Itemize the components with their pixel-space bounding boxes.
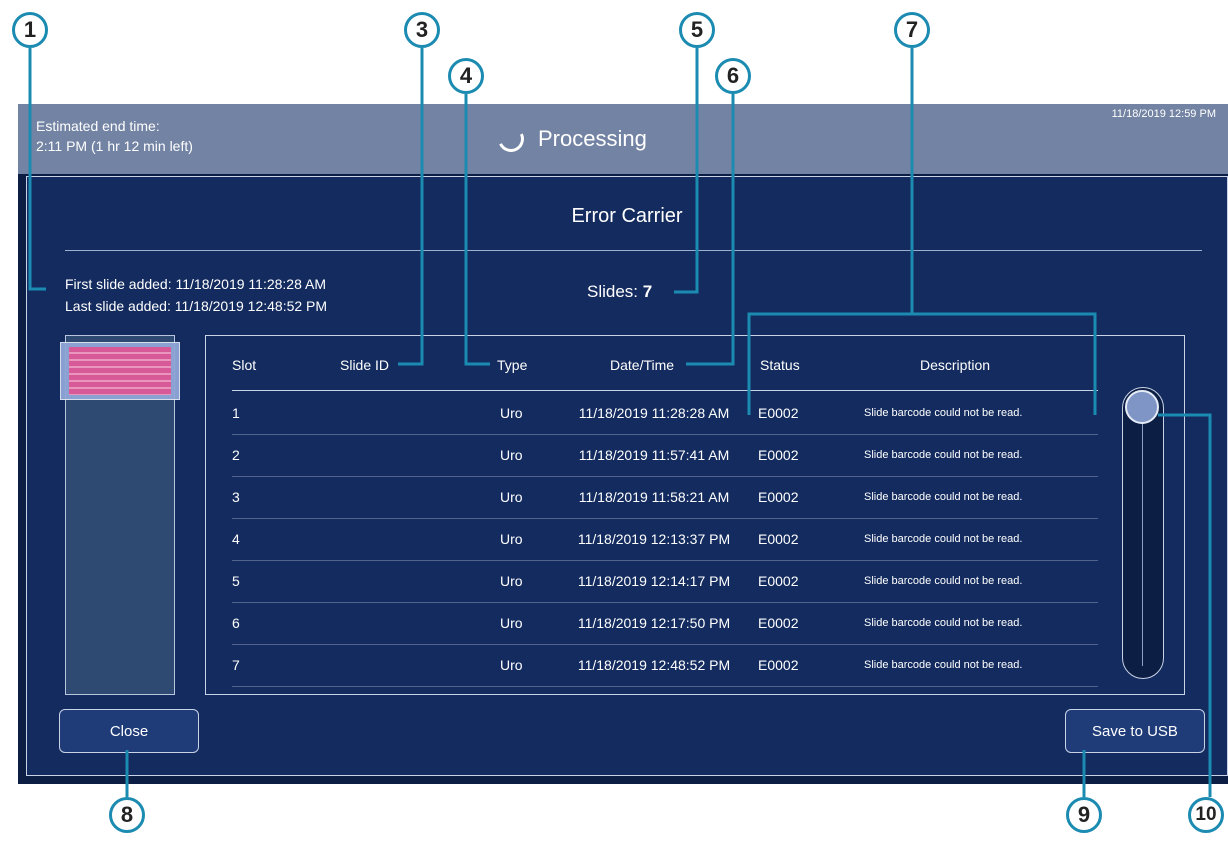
callout-10: 10 xyxy=(1188,797,1224,833)
leader-4 xyxy=(464,94,490,366)
callout-6: 6 xyxy=(715,58,751,94)
callout-leader-lines xyxy=(28,48,1212,797)
leader-7a xyxy=(747,48,914,415)
callout-4: 4 xyxy=(448,58,484,94)
leader-3 xyxy=(398,48,424,366)
leader-5 xyxy=(674,48,699,294)
leader-6 xyxy=(686,94,735,366)
callout-5: 5 xyxy=(679,12,715,48)
callout-9: 9 xyxy=(1066,797,1102,833)
callout-7: 7 xyxy=(894,12,930,48)
leader-7b xyxy=(912,312,1097,415)
callout-1: 1 xyxy=(12,12,48,48)
callout-8: 8 xyxy=(109,797,145,833)
leader-1 xyxy=(28,48,46,291)
leader-10 xyxy=(1158,413,1212,797)
callout-3: 3 xyxy=(404,12,440,48)
